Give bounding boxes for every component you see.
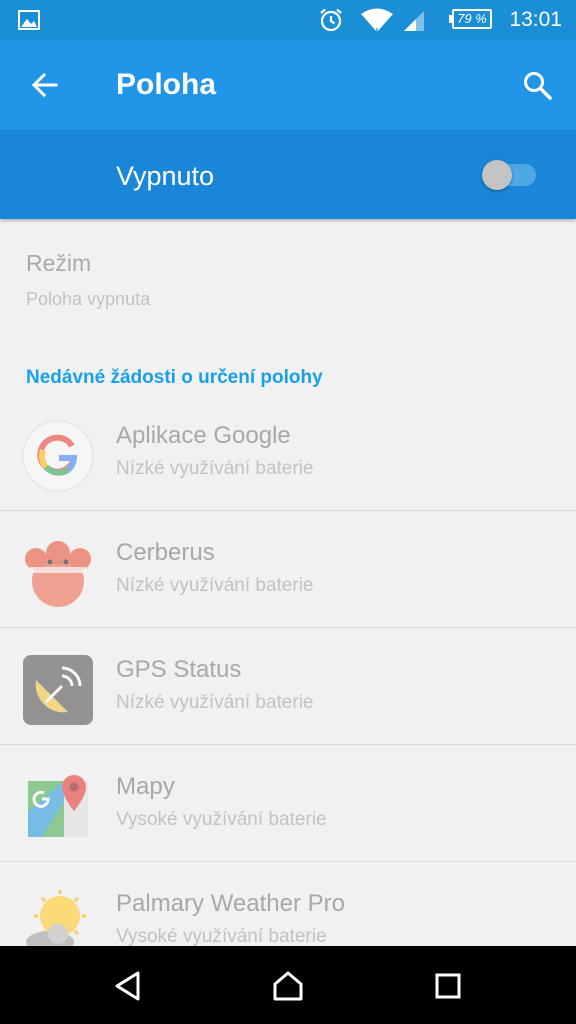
app-battery-usage: Vysoké využívání baterie: [116, 809, 327, 830]
app-battery-usage: Nízké využívání baterie: [116, 692, 314, 713]
list-item[interactable]: Cerberus Nízké využívání baterie: [0, 511, 576, 628]
wifi-icon: [361, 8, 393, 34]
google-icon: [22, 420, 94, 492]
app-name: Mapy: [116, 773, 175, 800]
cerberus-icon: [22, 537, 94, 609]
app-toolbar: Poloha: [0, 40, 576, 130]
app-name: GPS Status: [116, 656, 242, 683]
app-battery-usage: Nízké využívání baterie: [116, 575, 314, 596]
signal-icon: [404, 11, 424, 31]
alarm-icon: [320, 8, 342, 32]
location-switch-label: Vypnuto: [116, 161, 215, 191]
app-battery-usage: Vysoké využívání baterie: [116, 926, 327, 947]
gps-status-icon: [22, 654, 94, 726]
location-toggle-thumb[interactable]: [482, 160, 512, 190]
recent-requests-list: Aplikace Google Nízké využívání baterie …: [0, 394, 576, 979]
list-item[interactable]: Aplikace Google Nízké využívání baterie: [0, 394, 576, 511]
image-icon: [18, 10, 40, 30]
mode-title: Režim: [26, 250, 92, 276]
battery-level: 79 %: [452, 9, 492, 29]
arrow-left-icon[interactable]: [30, 70, 60, 100]
navigation-bar: [0, 946, 576, 1024]
list-item[interactable]: Mapy Vysoké využívání baterie: [0, 745, 576, 862]
mode-subtitle: Poloha vypnuta: [26, 289, 151, 309]
mode-setting[interactable]: Režim Poloha vypnuta: [26, 250, 150, 310]
search-icon[interactable]: [522, 70, 554, 102]
page-title: Poloha: [116, 68, 217, 101]
app-name: Cerberus: [116, 539, 215, 566]
back-icon[interactable]: [112, 970, 144, 1002]
home-icon[interactable]: [272, 970, 304, 1002]
app-battery-usage: Nízké využívání baterie: [116, 458, 314, 479]
list-item[interactable]: GPS Status Nízké využívání baterie: [0, 628, 576, 745]
maps-icon: [22, 771, 94, 843]
app-name: Palmary Weather Pro: [116, 890, 345, 917]
recents-icon[interactable]: [434, 972, 462, 1000]
status-bar: 79 % 13:01: [0, 0, 576, 40]
clock: 13:01: [509, 8, 562, 31]
app-name: Aplikace Google: [116, 422, 291, 449]
recent-requests-header: Nedávné žádosti o určení polohy: [26, 367, 323, 388]
